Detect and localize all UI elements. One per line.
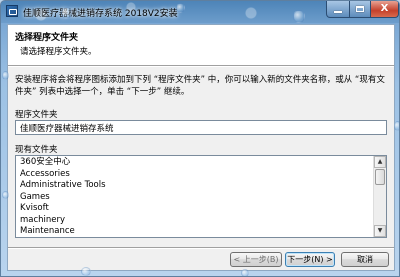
close-button[interactable]: X <box>370 1 399 18</box>
scroll-up-arrow-icon[interactable]: ▲ <box>374 156 386 168</box>
installer-icon <box>6 5 18 17</box>
footer-divider <box>8 247 394 249</box>
vertical-scrollbar[interactable]: ▲ ▼ <box>373 156 386 237</box>
window-title: 佳顺医疗器械进销存系统 2018V2安装 <box>23 9 178 19</box>
list-item[interactable]: Accessories <box>16 169 374 181</box>
folder-items: 360安全中心 Accessories Administrative Tools… <box>16 157 374 237</box>
close-icon: X <box>380 3 389 14</box>
maximize-button[interactable] <box>349 1 371 18</box>
program-folder-label: 程序文件夹 <box>15 110 58 120</box>
next-button[interactable]: 下一步(N) > <box>285 252 335 267</box>
list-item[interactable]: 360安全中心 <box>16 157 374 169</box>
list-item[interactable]: Maintenance <box>16 226 374 237</box>
maximize-icon <box>356 6 364 12</box>
list-item[interactable]: Administrative Tools <box>16 180 374 192</box>
minimize-icon <box>334 10 342 13</box>
list-item[interactable]: machinery <box>16 215 374 227</box>
description-text: 安装程序将会将程序图标添加到下列 “程序文件夹” 中，你可以输入新的文件夹名称，… <box>15 75 385 97</box>
cancel-button[interactable]: 取消 <box>341 252 389 267</box>
title-bar[interactable]: 佳顺医疗器械进销存系统 2018V2安装 X <box>1 1 399 23</box>
wizard-panel: 选择程序文件夹 请选择程序文件夹。 安装程序将会将程序图标添加到下列 “程序文件… <box>7 24 395 271</box>
installer-window: 佳顺医疗器械进销存系统 2018V2安装 X 选择程序文件夹 请选择程序文件夹。… <box>0 0 400 277</box>
wizard-header: 选择程序文件夹 请选择程序文件夹。 <box>8 25 394 65</box>
list-item[interactable]: Kvisoft <box>16 203 374 215</box>
page-title: 选择程序文件夹 <box>15 33 79 43</box>
existing-folders-list[interactable]: 360安全中心 Accessories Administrative Tools… <box>15 155 387 238</box>
scrollbar-thumb[interactable] <box>375 169 385 185</box>
page-subtitle: 请选择程序文件夹。 <box>20 47 97 57</box>
scroll-down-arrow-icon[interactable]: ▼ <box>374 225 386 237</box>
existing-folders-label: 现有文件夹 <box>15 145 58 155</box>
back-button[interactable]: < 上一步(B) <box>230 252 282 267</box>
minimize-button[interactable] <box>326 1 350 18</box>
header-divider <box>8 65 394 67</box>
list-item[interactable]: Games <box>16 192 374 204</box>
program-folder-input[interactable] <box>15 120 387 135</box>
